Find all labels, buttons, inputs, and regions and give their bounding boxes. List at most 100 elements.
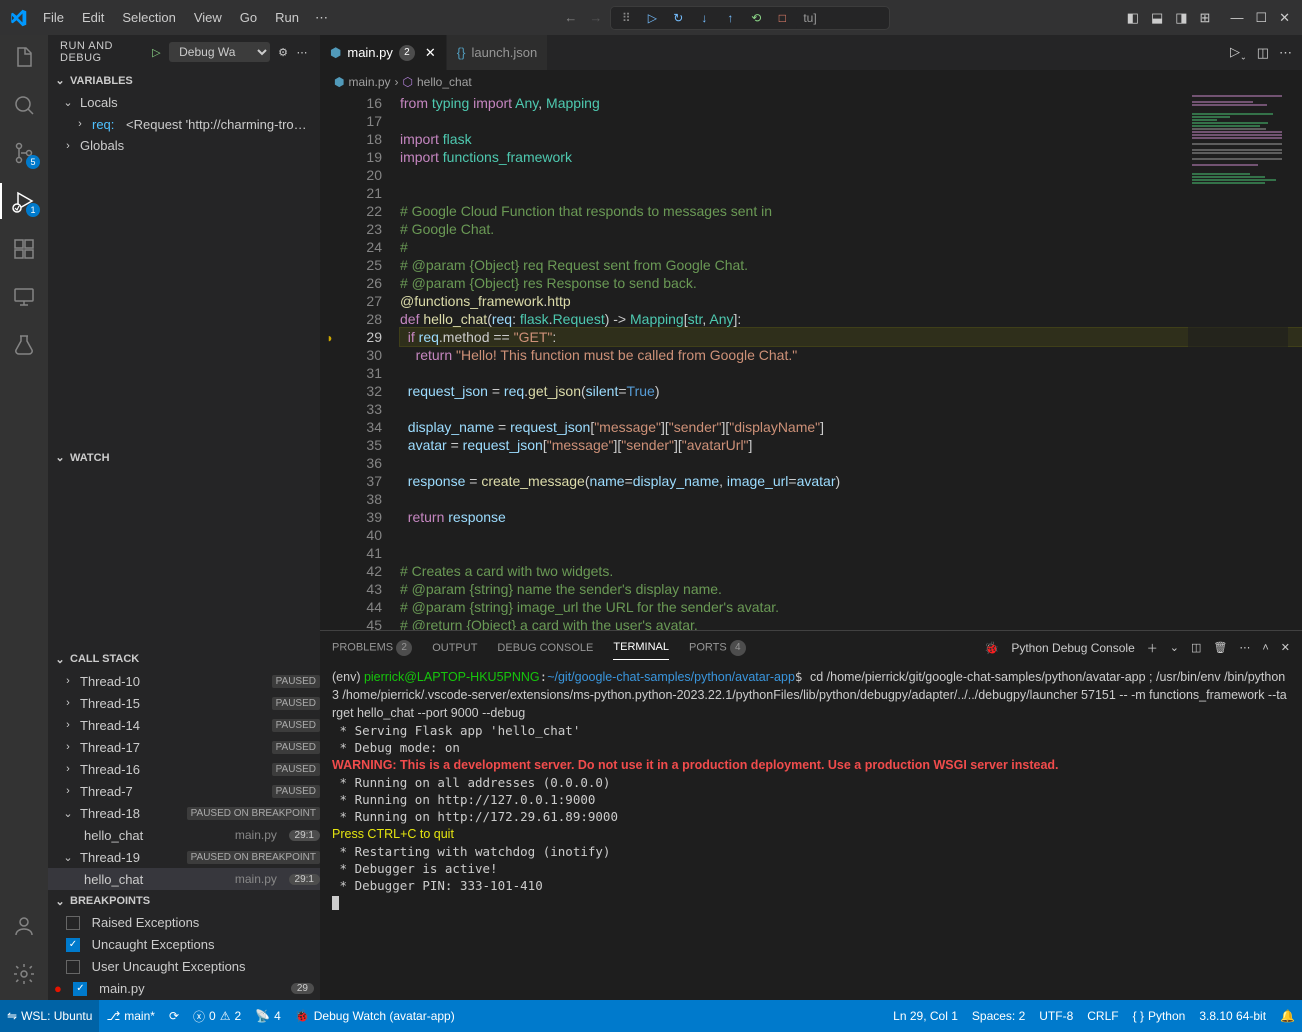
menu-edit[interactable]: Edit xyxy=(74,6,112,29)
panel-tab-terminal[interactable]: TERMINAL xyxy=(613,635,669,660)
menu-file[interactable]: File xyxy=(35,6,72,29)
debug-settings-icon[interactable]: ⚙ xyxy=(278,46,288,59)
stack-frame[interactable]: hello_chatmain.py 29:1 xyxy=(48,824,320,846)
testing-icon[interactable] xyxy=(10,331,38,359)
cursor-position[interactable]: Ln 29, Col 1 xyxy=(886,1009,965,1023)
terminal-output[interactable]: (env) pierrick@LAPTOP-HKU5PNNG:~/git/goo… xyxy=(320,664,1302,1000)
checkbox-icon[interactable]: ✓ xyxy=(66,938,80,952)
git-sync[interactable]: ⟳ xyxy=(162,1000,186,1032)
thread-Thread-15[interactable]: ›Thread-15PAUSED xyxy=(48,692,320,714)
thread-Thread-18[interactable]: ⌄Thread-18PAUSED ON BREAKPOINT xyxy=(48,802,320,824)
minimize-icon[interactable]: — xyxy=(1230,10,1243,26)
step-out-icon[interactable]: ↑ xyxy=(721,9,739,27)
tab-launch.json[interactable]: {}launch.json xyxy=(447,35,548,70)
start-debug-icon[interactable]: ▷ xyxy=(152,46,161,59)
remote-indicator[interactable]: ⇋WSL: Ubuntu xyxy=(0,1000,99,1032)
thread-Thread-19[interactable]: ⌄Thread-19PAUSED ON BREAKPOINT xyxy=(48,846,320,868)
close-tab-icon[interactable]: ✕ xyxy=(425,45,436,61)
git-branch[interactable]: ⎇main* xyxy=(99,1000,162,1032)
breakpoints-section[interactable]: ⌄BREAKPOINTS xyxy=(48,890,320,912)
close-panel-icon[interactable]: ✕ xyxy=(1281,641,1290,654)
variable-req[interactable]: ›req: <Request 'http://charming-tro… xyxy=(48,113,320,135)
breakpoint-uncaught-exceptions[interactable]: ✓ Uncaught Exceptions xyxy=(48,934,320,956)
menu-run[interactable]: Run xyxy=(267,6,307,29)
settings-icon[interactable] xyxy=(10,960,38,988)
stop-icon[interactable]: □ xyxy=(773,9,791,27)
restart-icon[interactable]: ⟲ xyxy=(747,9,765,27)
menu-selection[interactable]: Selection xyxy=(114,6,183,29)
indentation[interactable]: Spaces: 2 xyxy=(965,1009,1032,1023)
customize-layout-icon[interactable]: ⊞ xyxy=(1200,10,1211,26)
new-terminal-icon[interactable]: ＋ xyxy=(1147,640,1158,656)
thread-Thread-10[interactable]: ›Thread-10PAUSED xyxy=(48,670,320,692)
code-editor[interactable]: ◗ 16171819202122232425262728293031323334… xyxy=(320,94,1302,630)
launch-config-select[interactable]: Debug Wa xyxy=(169,42,270,62)
extensions-icon[interactable] xyxy=(10,235,38,263)
python-interpreter[interactable]: 3.8.10 64-bit xyxy=(1192,1009,1273,1023)
terminal-dropdown-icon[interactable]: ⌄ xyxy=(1170,641,1179,654)
thread-Thread-16[interactable]: ›Thread-16PAUSED xyxy=(48,758,320,780)
menu-view[interactable]: View xyxy=(186,6,230,29)
step-over-icon[interactable]: ↻ xyxy=(669,9,687,27)
menu-overflow[interactable]: ⋯ xyxy=(307,6,336,30)
stack-frame[interactable]: hello_chatmain.py 29:1 xyxy=(48,868,320,890)
more-icon[interactable]: ⋯ xyxy=(1239,641,1250,654)
thread-Thread-17[interactable]: ›Thread-17PAUSED xyxy=(48,736,320,758)
menu-go[interactable]: Go xyxy=(232,6,265,29)
continue-icon[interactable]: ▷ xyxy=(643,9,661,27)
tab-main.py[interactable]: ⬢main.py2✕ xyxy=(320,35,447,70)
terminal-select[interactable]: Python Debug Console xyxy=(1011,641,1134,655)
breadcrumb[interactable]: ⬢ main.py › ⬡ hello_chat xyxy=(320,70,1302,94)
nav-forward-icon[interactable]: → xyxy=(589,10,602,25)
split-editor-icon[interactable]: ◫ xyxy=(1257,45,1269,61)
minimap[interactable] xyxy=(1188,94,1288,630)
checkbox-icon[interactable]: ✓ xyxy=(73,982,87,996)
breakpoint-user-uncaught-exceptions[interactable]: User Uncaught Exceptions xyxy=(48,956,320,978)
panel-tab-ports[interactable]: PORTS 4 xyxy=(689,634,746,662)
source-control-icon[interactable]: 5 xyxy=(10,139,38,167)
run-debug-icon[interactable]: 1 xyxy=(10,187,38,215)
search-icon[interactable] xyxy=(10,91,38,119)
ports-status[interactable]: 📡4 xyxy=(248,1000,288,1032)
command-center[interactable]: ⠿ ▷ ↻ ↓ ↑ ⟲ □ tu] xyxy=(610,6,890,30)
panel-tab-problems[interactable]: PROBLEMS 2 xyxy=(332,634,412,662)
thread-Thread-7[interactable]: ›Thread-7PAUSED xyxy=(48,780,320,802)
eol[interactable]: CRLF xyxy=(1080,1009,1125,1023)
explorer-icon[interactable] xyxy=(10,43,38,71)
breadcrumb-symbol[interactable]: hello_chat xyxy=(417,75,472,89)
breakpoint-raised-exceptions[interactable]: Raised Exceptions xyxy=(48,912,320,934)
toggle-panel-icon[interactable]: ⬓ xyxy=(1151,10,1163,26)
grip-icon[interactable]: ⠿ xyxy=(617,9,635,27)
breadcrumb-file[interactable]: main.py xyxy=(348,75,390,89)
more-actions-icon[interactable]: ⋯ xyxy=(1279,45,1292,61)
panel-tab-debug-console[interactable]: DEBUG CONSOLE xyxy=(497,636,593,660)
debug-more-icon[interactable]: ⋯ xyxy=(297,46,309,59)
locals-scope[interactable]: ⌄Locals xyxy=(48,91,320,113)
encoding[interactable]: UTF-8 xyxy=(1032,1009,1080,1023)
toggle-primary-sidebar-icon[interactable]: ◧ xyxy=(1127,10,1139,26)
globals-scope[interactable]: ›Globals xyxy=(48,135,320,157)
problems-status[interactable]: ⓧ0 ⚠2 xyxy=(186,1000,248,1032)
maximize-panel-icon[interactable]: ˄ xyxy=(1262,642,1268,654)
checkbox-icon[interactable] xyxy=(66,916,80,930)
language-mode[interactable]: { }Python xyxy=(1126,1009,1193,1023)
callstack-section[interactable]: ⌄CALL STACK xyxy=(48,648,320,670)
watch-section[interactable]: ⌄WATCH xyxy=(48,447,320,469)
remote-explorer-icon[interactable] xyxy=(10,283,38,311)
variables-section[interactable]: ⌄VARIABLES xyxy=(48,70,320,92)
step-into-icon[interactable]: ↓ xyxy=(695,9,713,27)
nav-back-icon[interactable]: ← xyxy=(564,10,577,25)
notifications-icon[interactable]: 🔔 xyxy=(1273,1009,1302,1023)
debug-status[interactable]: 🐞Debug Watch (avatar-app) xyxy=(288,1000,462,1032)
run-icon[interactable]: ▷⌄ xyxy=(1230,44,1247,62)
toggle-secondary-sidebar-icon[interactable]: ◨ xyxy=(1175,10,1187,26)
split-terminal-icon[interactable]: ◫ xyxy=(1191,641,1201,654)
checkbox-icon[interactable] xyxy=(66,960,80,974)
maximize-icon[interactable]: ☐ xyxy=(1255,10,1267,26)
accounts-icon[interactable] xyxy=(10,912,38,940)
breakpoint-file[interactable]: ● ✓ main.py29 xyxy=(48,978,320,1000)
thread-Thread-14[interactable]: ›Thread-14PAUSED xyxy=(48,714,320,736)
breakpoint-marker-icon[interactable]: ◗ xyxy=(326,331,333,345)
kill-terminal-icon[interactable]: 🗑 xyxy=(1213,641,1227,654)
panel-tab-output[interactable]: OUTPUT xyxy=(432,636,477,660)
